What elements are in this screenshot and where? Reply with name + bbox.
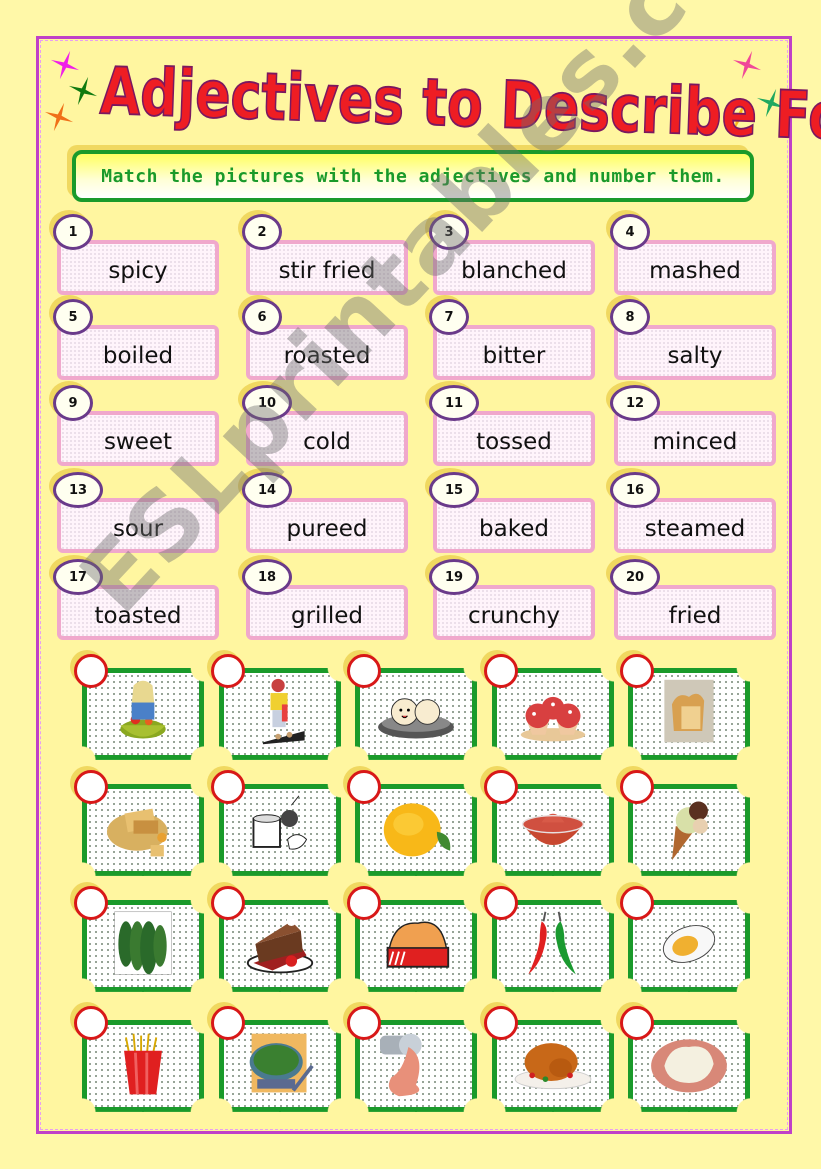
- instruction-text: Match the pictures with the adjectives a…: [101, 165, 725, 187]
- number-badge: 16: [610, 472, 660, 508]
- answer-number-circle[interactable]: [347, 654, 381, 688]
- number-badge: 17: [53, 559, 103, 595]
- number-badge: 18: [242, 559, 292, 595]
- chili-peppers-icon: [505, 908, 601, 984]
- adjective-word: fried: [668, 602, 722, 629]
- adjective-word: stir fried: [278, 257, 376, 284]
- star-icon: [44, 102, 74, 132]
- instruction-box: Match the pictures with the adjectives a…: [72, 150, 754, 202]
- answer-number-circle[interactable]: [620, 770, 654, 804]
- tossed-salad-icon: [95, 676, 191, 752]
- mashed-potatoes-icon: [641, 1028, 737, 1104]
- adjective-word: tossed: [476, 428, 552, 455]
- number-badge: 7: [429, 299, 469, 335]
- number-badge: 8: [610, 299, 650, 335]
- boiled-egg-icon: [641, 908, 737, 984]
- answer-number-circle[interactable]: [620, 654, 654, 688]
- french-fries-icon: [95, 1028, 191, 1104]
- adjective-word: toasted: [94, 602, 182, 629]
- steamed-buns-icon: [368, 676, 464, 752]
- number-badge: 10: [242, 385, 292, 421]
- number-badge: 20: [610, 559, 660, 595]
- number-badge: 9: [53, 385, 93, 421]
- answer-number-circle[interactable]: [211, 654, 245, 688]
- blender-pureeing-icon: [232, 792, 328, 868]
- answer-number-circle[interactable]: [620, 1006, 654, 1040]
- answer-number-circle[interactable]: [211, 770, 245, 804]
- adjective-word: sweet: [103, 428, 173, 455]
- baked-muffins-icon: [505, 676, 601, 752]
- number-badge: 19: [429, 559, 479, 595]
- adjective-word: spicy: [108, 257, 168, 284]
- answer-number-circle[interactable]: [484, 770, 518, 804]
- adjective-word: salty: [667, 342, 723, 369]
- answer-number-circle[interactable]: [74, 886, 108, 920]
- answer-number-circle[interactable]: [347, 1006, 381, 1040]
- crackers-icon: [95, 792, 191, 868]
- number-badge: 1: [53, 214, 93, 250]
- answer-number-circle[interactable]: [347, 770, 381, 804]
- answer-number-circle[interactable]: [211, 886, 245, 920]
- salsa-bowl-icon: [505, 792, 601, 868]
- adjective-word: boiled: [102, 342, 174, 369]
- adjective-word: roasted: [283, 342, 371, 369]
- minced-meat-icon: [368, 1028, 464, 1104]
- bitter-gourd-icon: [95, 908, 191, 984]
- adjective-word: mashed: [649, 257, 741, 284]
- number-badge: 4: [610, 214, 650, 250]
- number-badge: 2: [242, 214, 282, 250]
- grilling-man-icon: [232, 676, 328, 752]
- answer-number-circle[interactable]: [347, 886, 381, 920]
- number-badge: 12: [610, 385, 660, 421]
- answer-number-circle[interactable]: [74, 654, 108, 688]
- chocolate-cake-icon: [232, 908, 328, 984]
- ice-cream-cone-icon: [641, 792, 737, 868]
- answer-number-circle[interactable]: [74, 770, 108, 804]
- adjective-word: minced: [652, 428, 738, 455]
- number-badge: 15: [429, 472, 479, 508]
- toasted-bread-icon: [641, 676, 737, 752]
- adjective-word: crunchy: [467, 602, 561, 629]
- stir-fry-wok-icon: [232, 1028, 328, 1104]
- answer-number-circle[interactable]: [74, 1006, 108, 1040]
- roast-turkey-icon: [505, 1028, 601, 1104]
- answer-number-circle[interactable]: [211, 1006, 245, 1040]
- answer-number-circle[interactable]: [620, 886, 654, 920]
- number-badge: 6: [242, 299, 282, 335]
- adjective-word: baked: [479, 515, 549, 542]
- adjective-word: sour: [112, 515, 164, 542]
- fried-chicken-icon: [368, 908, 464, 984]
- answer-number-circle[interactable]: [484, 654, 518, 688]
- number-badge: 11: [429, 385, 479, 421]
- number-badge: 5: [53, 299, 93, 335]
- adjective-word: pureed: [286, 515, 368, 542]
- answer-number-circle[interactable]: [484, 886, 518, 920]
- number-badge: 3: [429, 214, 469, 250]
- lemon-icon: [368, 792, 464, 868]
- adjective-word: steamed: [644, 515, 746, 542]
- adjective-word: blanched: [461, 257, 567, 284]
- answer-number-circle[interactable]: [484, 1006, 518, 1040]
- adjective-word: cold: [303, 428, 351, 455]
- adjective-word: bitter: [482, 342, 546, 369]
- number-badge: 13: [53, 472, 103, 508]
- number-badge: 14: [242, 472, 292, 508]
- adjective-word: grilled: [291, 602, 363, 629]
